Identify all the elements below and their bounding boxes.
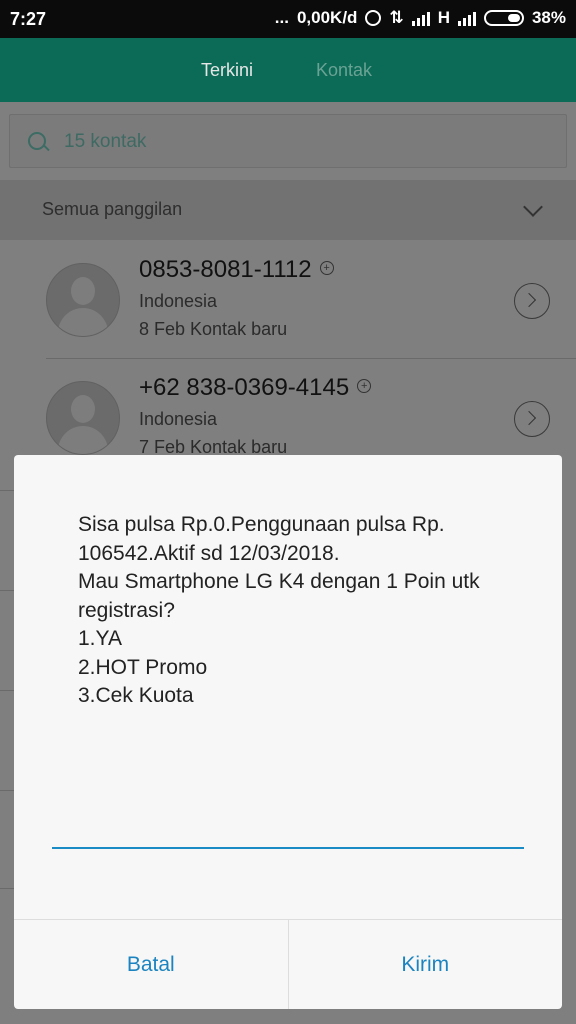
app-bar: Terkini Kontak	[0, 38, 576, 102]
call-detail: 8 Feb Kontak baru	[139, 319, 288, 339]
search-icon	[28, 132, 46, 150]
add-contact-icon[interactable]: +	[357, 379, 372, 393]
search-bar[interactable]: 15 kontak	[9, 114, 567, 168]
add-contact-icon[interactable]: +	[319, 261, 334, 275]
reply-input[interactable]	[52, 847, 524, 849]
details-chevron-icon[interactable]	[514, 283, 550, 319]
divider	[0, 888, 14, 889]
filter-label: Semua panggilan	[42, 199, 183, 219]
call-row[interactable]: 0853-8081-1112 + Indonesia 8 Feb Kontak b…	[0, 241, 576, 359]
call-region: Indonesia	[139, 291, 218, 311]
details-chevron-icon[interactable]	[514, 401, 550, 437]
divider	[0, 590, 14, 591]
divider	[0, 490, 14, 491]
call-number: 0853-8081-1112 +	[139, 256, 334, 284]
tab-terkini[interactable]: Terkini	[201, 60, 253, 81]
network-type: H	[437, 8, 450, 27]
dialog-actions: Batal Kirim	[14, 919, 562, 1009]
call-region: Indonesia	[139, 409, 218, 429]
signal-2-icon	[457, 10, 476, 26]
ussd-message: Sisa pulsa Rp.0.Penggunaan pulsa Rp. 106…	[78, 513, 480, 707]
status-time: 7:27	[10, 9, 47, 29]
battery-percent: 38%	[531, 8, 566, 27]
divider	[0, 690, 14, 691]
network-speed: 0,00K/d	[296, 8, 358, 27]
search-placeholder: 15 kontak	[64, 131, 147, 152]
data-transfer-icon: ⇅	[389, 8, 404, 27]
cancel-button[interactable]: Batal	[14, 920, 288, 1009]
send-button[interactable]: Kirim	[287, 920, 563, 1009]
ussd-dialog: Sisa pulsa Rp.0.Penggunaan pulsa Rp. 106…	[14, 455, 562, 1009]
signal-icon	[411, 10, 430, 26]
status-dots: ...	[274, 8, 289, 27]
call-number: +62 838-0369-4145 +	[139, 374, 372, 402]
battery-icon	[483, 10, 524, 26]
status-right: ... 0,00K/d ⇅ H 38%	[275, 8, 566, 28]
tab-kontak[interactable]: Kontak	[316, 60, 372, 81]
alarm-icon	[365, 10, 382, 26]
status-bar: 7:27 ... 0,00K/d ⇅ H 38%	[0, 0, 576, 38]
avatar	[46, 381, 120, 455]
call-filter-dropdown[interactable]: Semua panggilan	[0, 180, 576, 240]
chevron-down-icon	[523, 197, 543, 217]
avatar	[46, 263, 120, 337]
divider	[0, 790, 14, 791]
